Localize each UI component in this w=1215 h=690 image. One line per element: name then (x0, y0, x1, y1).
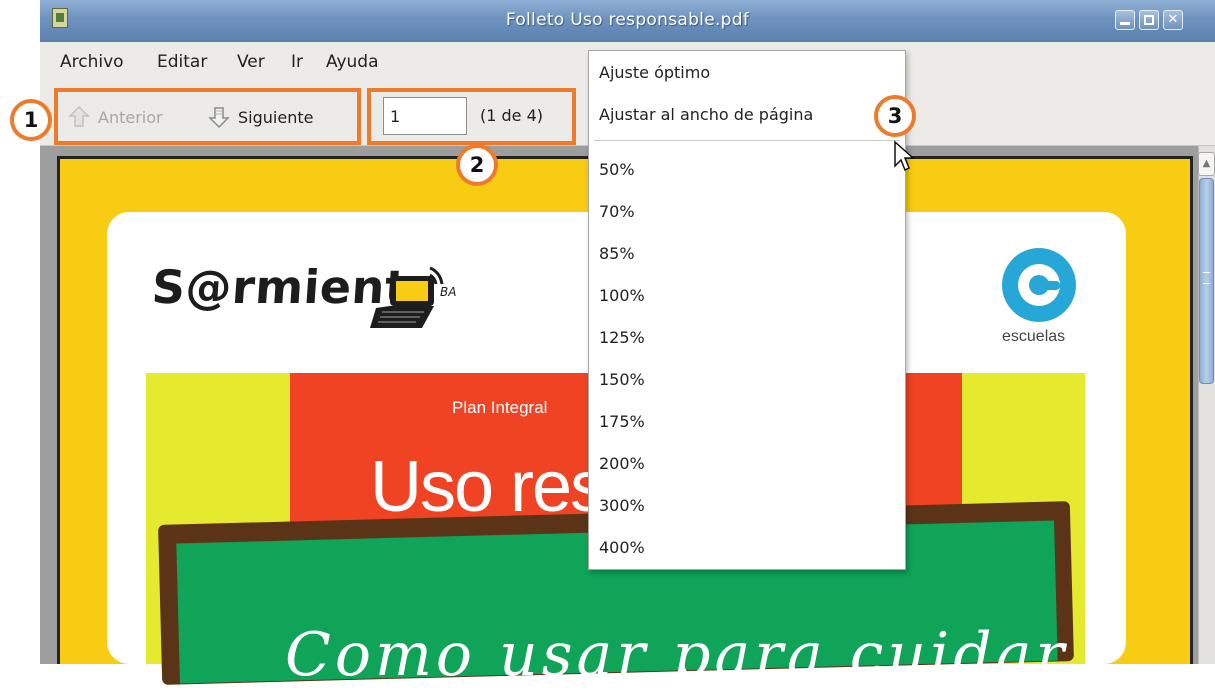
escuelas-label: escuelas (1002, 328, 1066, 345)
window-title: Folleto Uso responsable.pdf (505, 10, 750, 30)
close-icon: ✕ (1167, 12, 1179, 27)
zoom-option-125[interactable]: 125% (599, 328, 645, 347)
menu-separator (594, 140, 900, 141)
minimize-button[interactable] (1115, 10, 1135, 30)
title-bar[interactable]: Folleto Uso responsable.pdf ✕ (40, 0, 1215, 42)
escuelas-logo-bar (1030, 281, 1060, 290)
scroll-up-button[interactable]: ▲ (1198, 152, 1215, 176)
annotation-badge-2: 2 (456, 144, 498, 186)
minimize-icon (1120, 22, 1130, 25)
menu-ayuda-label: Ayuda (326, 52, 379, 72)
menu-archivo[interactable]: Archivo (60, 52, 124, 72)
mouse-cursor-icon (894, 140, 915, 172)
zoom-option-70[interactable]: 70% (599, 202, 635, 221)
zoom-option-300[interactable]: 300% (599, 496, 645, 515)
scrollbar-grip (1203, 272, 1210, 284)
menu-ir[interactable]: Ir (291, 52, 303, 72)
menu-archivo-label: Archivo (60, 52, 124, 72)
laptop-logo-icon (370, 266, 444, 328)
zoom-option-200[interactable]: 200% (599, 454, 645, 473)
chalkboard-text: Como usar para cuidar (285, 620, 1069, 690)
annotation-badge-1: 1 (10, 99, 52, 141)
menu-ir-label: Ir (291, 52, 304, 72)
menu-ver[interactable]: Ver (237, 52, 265, 72)
close-button[interactable]: ✕ (1163, 10, 1183, 30)
menu-editar[interactable]: Editar (157, 52, 207, 72)
zoom-option-fit-width[interactable]: Ajustar al ancho de página (599, 105, 813, 124)
sarmiento-logo-suffix: BA (440, 285, 457, 299)
annotation-badge-3: 3 (874, 95, 916, 137)
annotation-highlight-navigation (54, 88, 361, 145)
maximize-button[interactable] (1139, 10, 1159, 30)
plan-integral-text: Plan Integral (452, 398, 548, 417)
zoom-option-175[interactable]: 175% (599, 412, 645, 431)
zoom-option-85[interactable]: 85% (599, 244, 635, 263)
menu-editar-label: Editar (157, 52, 208, 72)
zoom-dropdown-menu (588, 50, 906, 570)
zoom-option-best-fit[interactable]: Ajuste óptimo (599, 63, 710, 82)
zoom-option-150[interactable]: 150% (599, 370, 645, 389)
annotation-highlight-page-number (367, 88, 576, 145)
maximize-icon (1144, 15, 1154, 25)
menu-ver-label: Ver (237, 52, 265, 72)
zoom-option-100[interactable]: 100% (599, 286, 645, 305)
zoom-option-400[interactable]: 400% (599, 538, 645, 557)
menu-ayuda[interactable]: Ayuda (326, 52, 379, 72)
zoom-option-50[interactable]: 50% (599, 160, 635, 179)
